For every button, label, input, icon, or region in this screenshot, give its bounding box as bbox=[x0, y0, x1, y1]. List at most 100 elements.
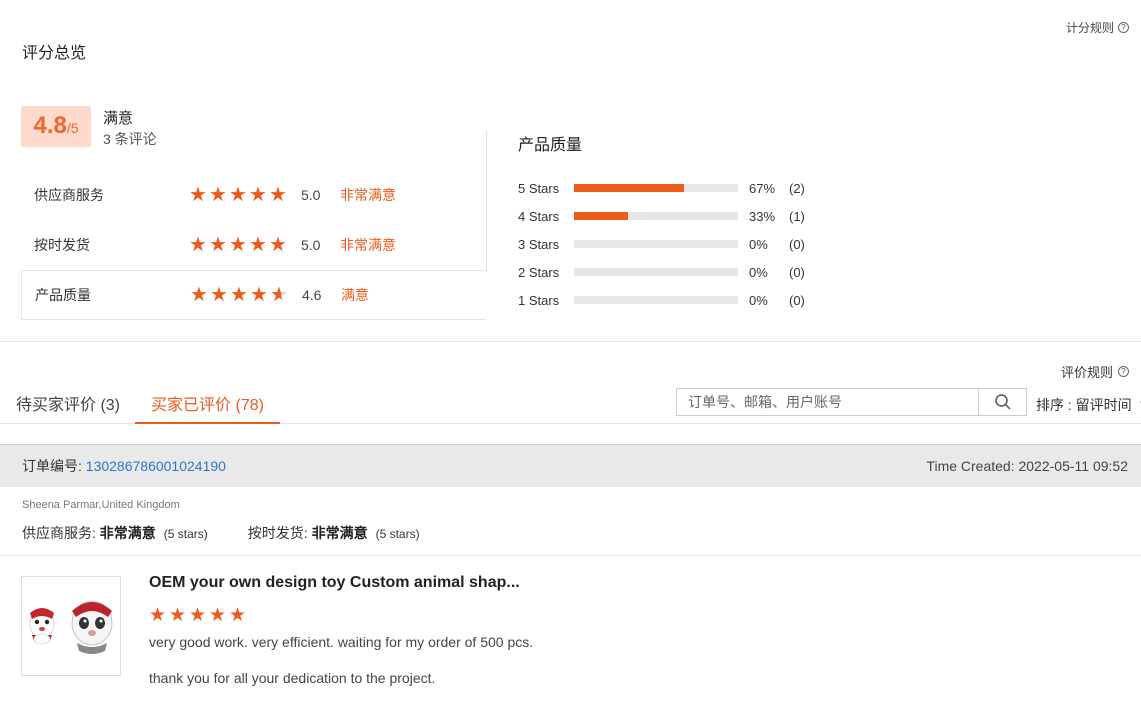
toy-product-image bbox=[29, 600, 113, 654]
search-icon bbox=[994, 394, 1011, 410]
shipping-stars: (5 stars) bbox=[375, 527, 420, 541]
category-row-product-quality[interactable]: 产品质量 ★ ★ ★ ★ ★ ★ 4.6 满意 bbox=[21, 270, 486, 320]
star-icon: ★ bbox=[209, 183, 227, 206]
quality-breakdown-title: 产品质量 bbox=[518, 137, 583, 154]
order-created-time: Time Created: 2022-05-11 09:52 bbox=[926, 458, 1128, 474]
category-name: 按时发货 bbox=[34, 237, 90, 253]
category-stars: ★ ★ ★ ★ ★ bbox=[189, 233, 301, 256]
star-icon: ★ bbox=[189, 183, 207, 206]
reviewer-name: Sheena Parmar,United Kingdom bbox=[22, 499, 180, 511]
star-icon: ★ bbox=[189, 233, 207, 256]
category-verdict: 满意 bbox=[341, 287, 369, 303]
bar-label: 4 Stars bbox=[518, 208, 560, 224]
star-icon: ★ bbox=[229, 183, 247, 206]
overall-verdict: 满意 bbox=[103, 110, 134, 127]
star-icon: ★ bbox=[229, 233, 247, 256]
review-text: very good work. very efficient. waiting … bbox=[149, 634, 534, 650]
review-rules-link[interactable]: 评价规则 ? bbox=[1061, 362, 1129, 381]
sort-label: 排序 : bbox=[1036, 397, 1076, 413]
help-icon: ? bbox=[1118, 366, 1129, 377]
tab-buyer-reviewed[interactable]: 买家已评价 (78) bbox=[135, 391, 280, 424]
product-title-link[interactable]: OEM your own design toy Custom animal sh… bbox=[149, 574, 520, 592]
review-rules-label: 评价规则 bbox=[1060, 365, 1113, 380]
bar-count: (2) bbox=[789, 180, 805, 196]
overall-score: 4.8 bbox=[33, 112, 67, 139]
sort-dropdown[interactable]: 排序 : 留评时间 ﹀ bbox=[1036, 395, 1141, 415]
bar-track bbox=[574, 268, 738, 276]
overall-score-badge: 4.8 /5 bbox=[21, 106, 91, 147]
search-button[interactable] bbox=[978, 389, 1026, 415]
divider bbox=[0, 555, 1141, 556]
bar-track bbox=[574, 212, 738, 220]
star-icon: ★ bbox=[149, 605, 167, 626]
supplier-service-rating: 供应商服务: 非常满意 (5 stars) bbox=[22, 523, 208, 543]
bar-percent: 0% bbox=[749, 292, 768, 308]
bar-label: 3 Stars bbox=[518, 236, 560, 252]
search-box bbox=[676, 388, 1027, 416]
shipping-rating: 按时发货: 非常满意 (5 stars) bbox=[248, 523, 420, 543]
sort-value: 留评时间 bbox=[1075, 397, 1132, 413]
star-icon: ★ bbox=[209, 233, 227, 256]
bar-track bbox=[574, 240, 738, 248]
rating-overview-panel: 评分总览 计分规则 ? 4.8 /5 满意 3 条评论 供应商服务 ★ ★ ★ ★ ★ … bbox=[0, 0, 1141, 342]
star-icon: ★ bbox=[209, 605, 227, 626]
bar-track bbox=[574, 296, 738, 304]
star-bar-row-2: 2 Stars 0% (0) bbox=[518, 264, 805, 280]
bar-percent: 0% bbox=[749, 236, 768, 252]
bar-count: (1) bbox=[789, 208, 805, 224]
star-icon: ★ bbox=[249, 183, 267, 206]
order-number-label: 订单编号: bbox=[22, 458, 86, 474]
star-icon: ★ bbox=[169, 605, 187, 626]
star-icon: ★ bbox=[230, 283, 248, 306]
bar-label: 2 Stars bbox=[518, 264, 560, 280]
bar-label: 5 Stars bbox=[518, 180, 560, 196]
search-input[interactable] bbox=[677, 389, 978, 415]
star-icon: ★ bbox=[269, 183, 287, 206]
bar-percent: 33% bbox=[749, 208, 776, 224]
category-row-supplier-service[interactable]: 供应商服务 ★ ★ ★ ★ ★ 5.0 非常满意 bbox=[21, 170, 486, 220]
star-icon: ★ bbox=[250, 283, 268, 306]
review-count: 3 条评论 bbox=[103, 131, 157, 147]
star-bar-row-5: 5 Stars 67% (2) bbox=[518, 180, 805, 196]
category-stars: ★ ★ ★ ★ ★ bbox=[189, 183, 301, 206]
star-icon: ★ bbox=[189, 605, 207, 626]
scoring-rules-link[interactable]: 计分规则 ? bbox=[1066, 19, 1129, 36]
bar-track bbox=[574, 184, 738, 192]
shipping-value: 非常满意 bbox=[311, 525, 368, 541]
category-stars: ★ ★ ★ ★ ★ ★ bbox=[190, 283, 302, 306]
star-icon: ★ bbox=[229, 605, 247, 626]
star-icon: ★ bbox=[249, 233, 267, 256]
bar-count: (0) bbox=[789, 264, 805, 280]
category-score: 5.0 bbox=[301, 237, 321, 253]
bar-count: (0) bbox=[789, 292, 805, 308]
star-bar-row-3: 3 Stars 0% (0) bbox=[518, 236, 805, 252]
order-number-link[interactable]: 130286786001024190 bbox=[86, 458, 226, 474]
category-score: 4.6 bbox=[302, 287, 322, 303]
bar-percent: 67% bbox=[749, 180, 776, 196]
half-star-icon: ★ ★ bbox=[270, 283, 288, 306]
bar-fill bbox=[574, 184, 684, 192]
product-thumbnail[interactable] bbox=[21, 576, 121, 676]
help-icon: ? bbox=[1118, 22, 1129, 33]
category-row-on-time-shipping[interactable]: 按时发货 ★ ★ ★ ★ ★ 5.0 非常满意 bbox=[21, 220, 486, 270]
order-number-line: 订单编号: 130286786001024190 bbox=[22, 456, 226, 476]
category-score: 5.0 bbox=[301, 187, 321, 203]
supplier-service-value: 非常满意 bbox=[99, 525, 156, 541]
bar-label: 1 Stars bbox=[518, 292, 560, 308]
star-icon: ★ bbox=[269, 233, 287, 256]
star-bar-row-1: 1 Stars 0% (0) bbox=[518, 292, 805, 308]
review-stars: ★ ★ ★ ★ ★ bbox=[149, 606, 248, 625]
star-icon: ★ bbox=[210, 283, 228, 306]
category-name: 供应商服务 bbox=[34, 187, 104, 203]
vertical-divider bbox=[486, 130, 487, 272]
bar-fill bbox=[574, 212, 629, 220]
bar-count: (0) bbox=[789, 236, 805, 252]
review-text: thank you for all your dedication to the… bbox=[149, 670, 436, 686]
tab-pending-reviews[interactable]: 待买家评价 (3) bbox=[16, 391, 120, 415]
overall-score-max: /5 bbox=[66, 120, 79, 136]
category-name: 产品质量 bbox=[35, 287, 91, 303]
supplier-service-label: 供应商服务: bbox=[22, 525, 100, 541]
shipping-label: 按时发货: bbox=[247, 525, 312, 541]
order-header: 订单编号: 130286786001024190 Time Created: 2… bbox=[0, 444, 1141, 487]
category-verdict: 非常满意 bbox=[340, 237, 396, 253]
